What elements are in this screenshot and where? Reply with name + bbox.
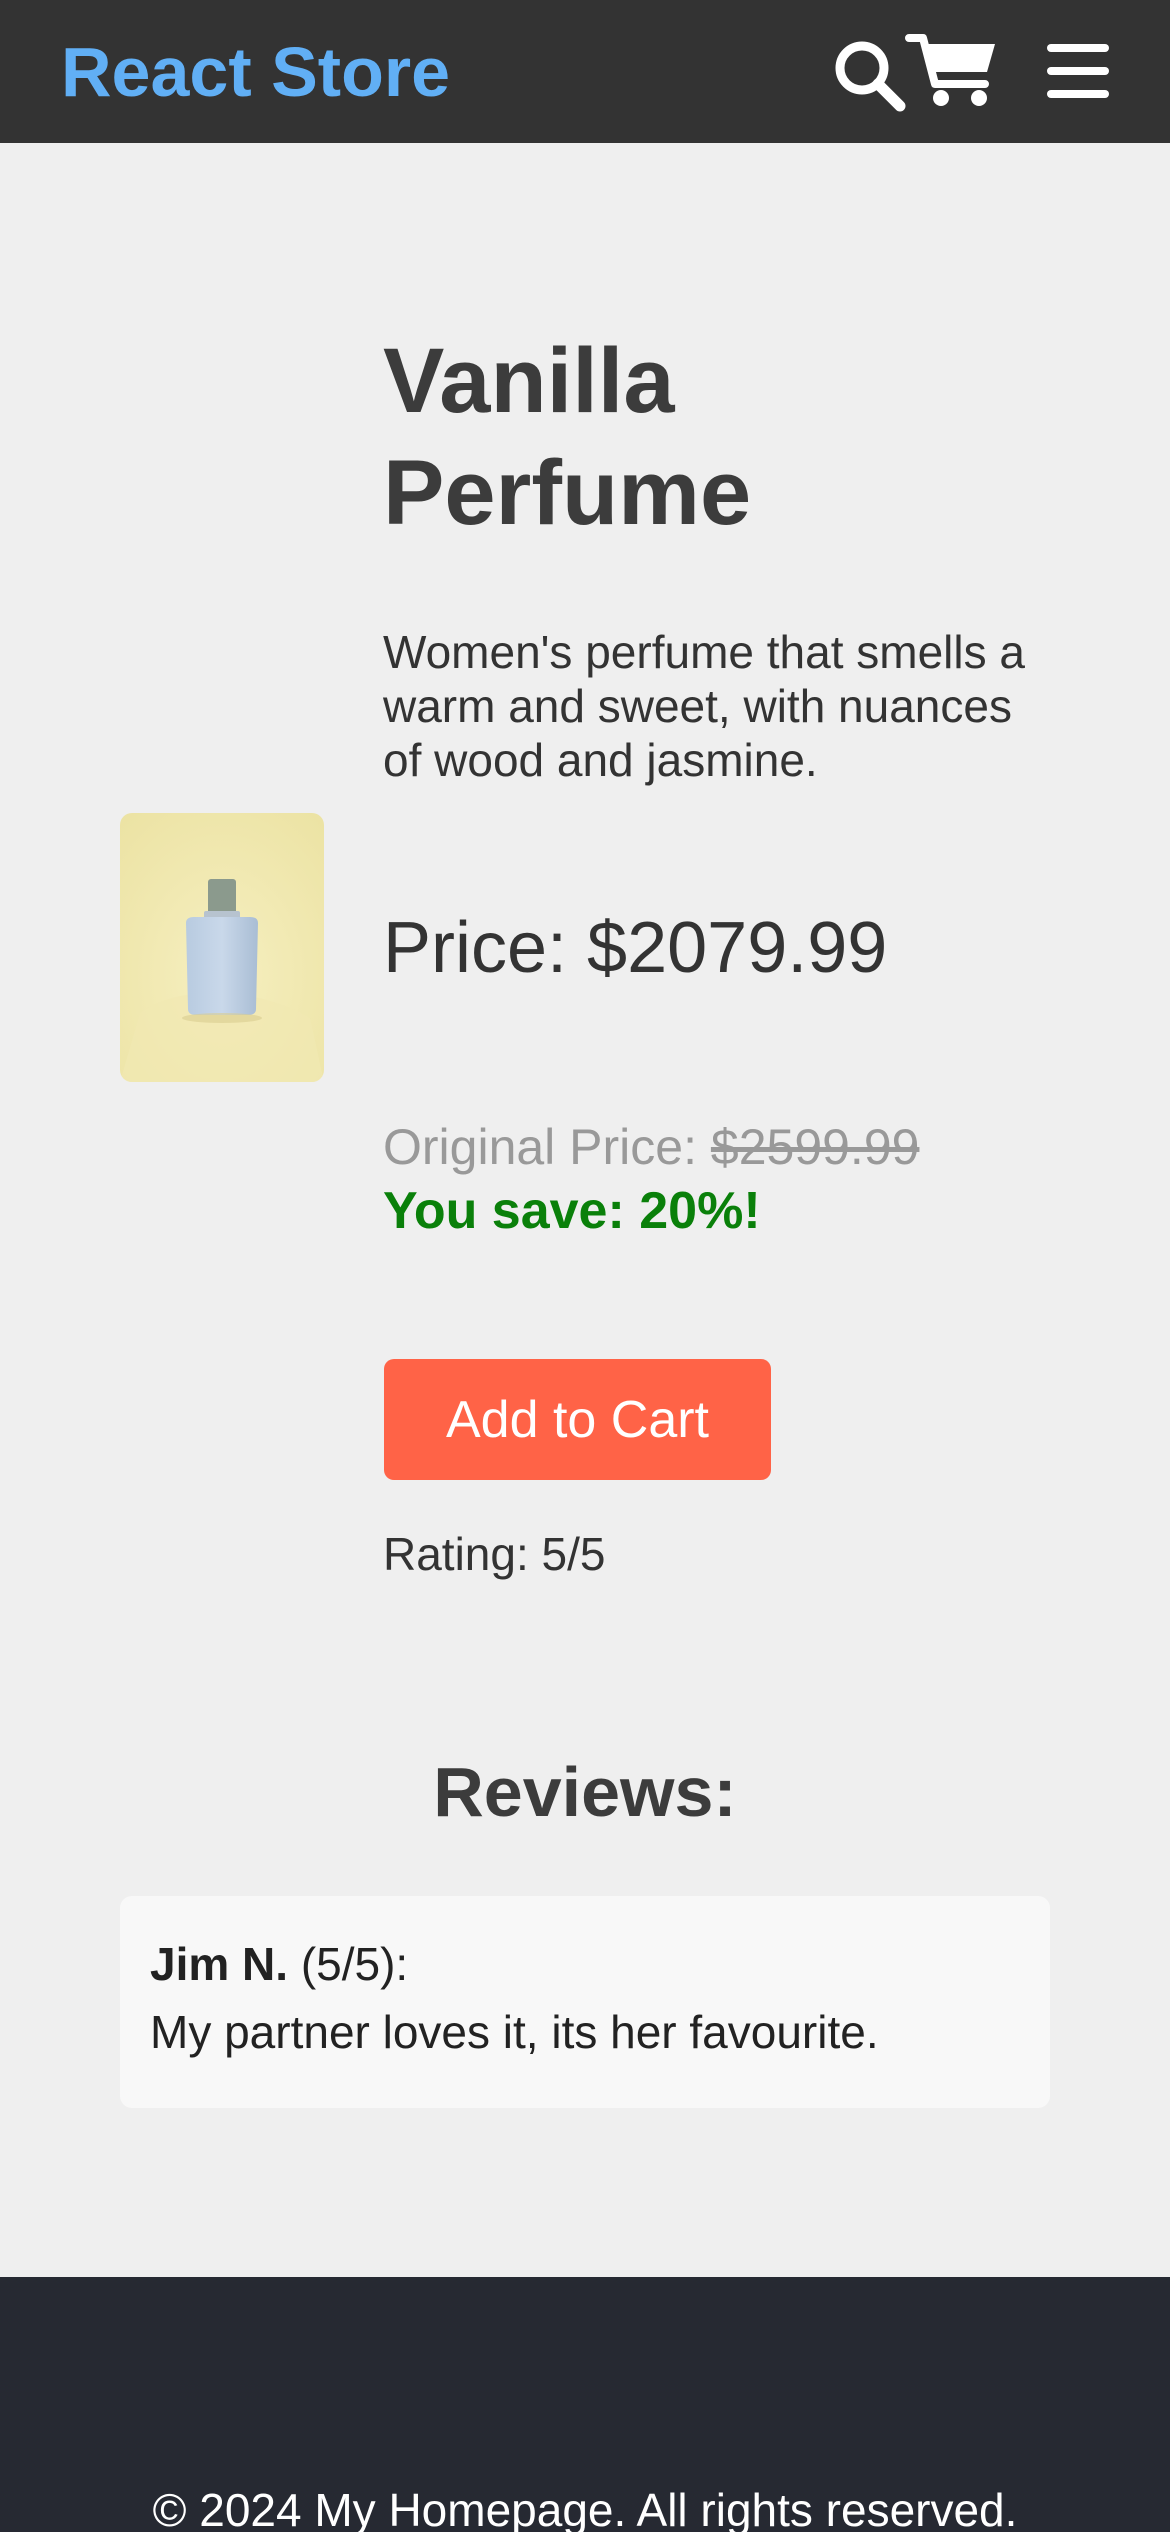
footer-copyright: © 2024 My Homepage. All rights reserved. [152,2484,1018,2532]
store-logo-link[interactable]: React Store [61,28,450,116]
menu-icon [1047,44,1109,98]
original-price: Original Price: $2599.99 [383,1117,919,1177]
review-author: Jim N. [150,1938,289,1990]
reviews-heading: Reviews: [433,1753,737,1831]
product-title: Vanilla Perfume [383,330,752,544]
add-to-cart-button[interactable]: Add to Cart [384,1359,771,1480]
cart-button[interactable] [905,30,1000,110]
savings-text: You save: 20%! [383,1182,761,1240]
product-price: Price: $2079.99 [383,908,888,988]
search-icon [835,41,906,112]
review-card: Jim N. (5/5): My partner loves it, its h… [120,1896,1050,2108]
cart-icon [905,34,995,106]
original-price-label: Original Price: [383,1119,711,1175]
search-button[interactable] [830,34,910,114]
page-footer: © 2024 My Homepage. All rights reserved. [0,2277,1170,2532]
menu-button[interactable] [1045,38,1111,104]
review-text: My partner loves it, its her favourite. [150,2006,879,2058]
product-image [120,813,324,1082]
top-nav-bar: React Store [0,0,1170,143]
review-header: Jim N. (5/5): [150,1936,408,1992]
product-rating: Rating: 5/5 [383,1528,606,1580]
original-price-value: $2599.99 [710,1119,920,1175]
product-description: Women's perfume that smells a warm and s… [383,626,1025,786]
review-score: (5/5): [288,1938,409,1990]
